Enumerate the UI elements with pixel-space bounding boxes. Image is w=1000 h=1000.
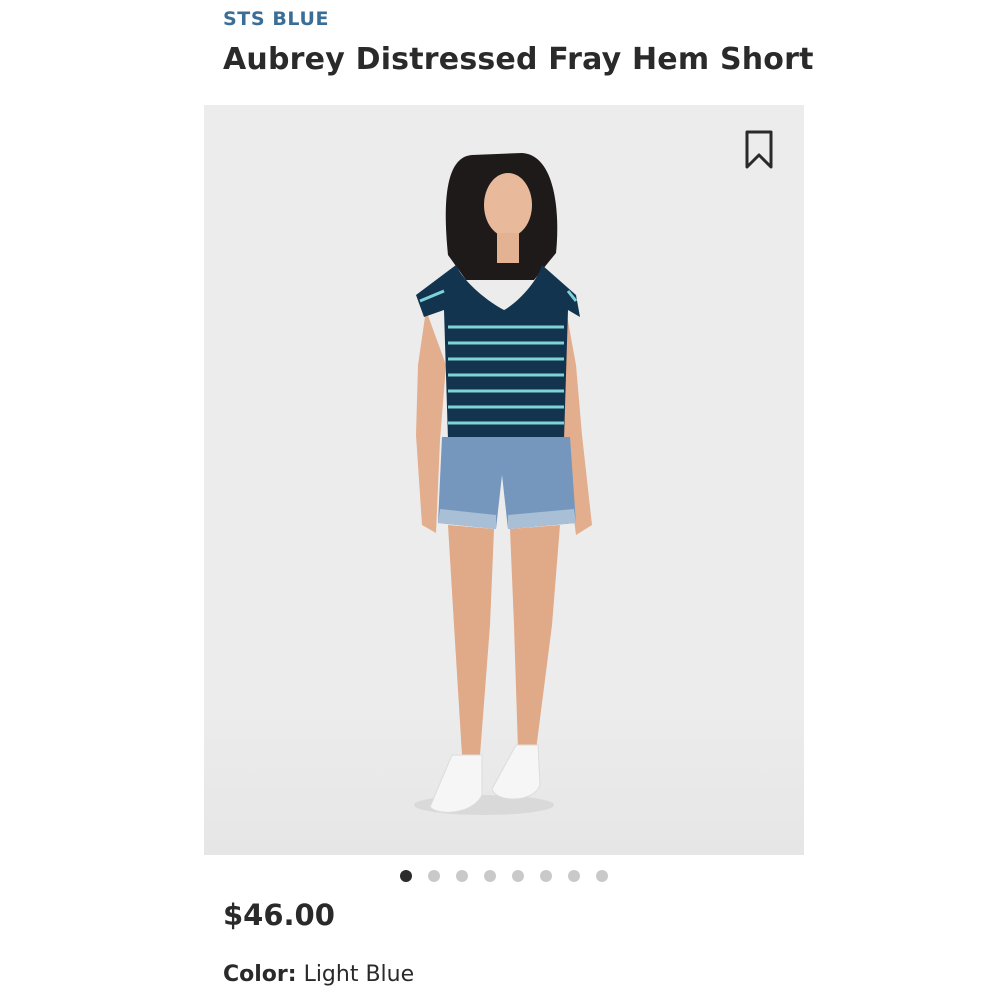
pagination-dot-1[interactable]	[400, 870, 412, 882]
pagination-dot-7[interactable]	[568, 870, 580, 882]
pagination-dot-5[interactable]	[512, 870, 524, 882]
product-title: Aubrey Distressed Fray Hem Short	[223, 42, 814, 77]
pagination-dot-6[interactable]	[540, 870, 552, 882]
image-pagination	[0, 870, 1000, 882]
product-image[interactable]	[204, 105, 804, 855]
pagination-dot-3[interactable]	[456, 870, 468, 882]
pagination-dot-8[interactable]	[596, 870, 608, 882]
product-price: $46.00	[223, 898, 335, 932]
color-label: Color:	[223, 962, 297, 987]
brand-name[interactable]: STS BLUE	[223, 8, 329, 30]
color-value: Light Blue	[303, 962, 415, 987]
bookmark-icon[interactable]	[744, 129, 774, 171]
pagination-dot-2[interactable]	[428, 870, 440, 882]
pagination-dot-4[interactable]	[484, 870, 496, 882]
model-photo	[414, 153, 592, 815]
color-selection: Color: Light Blue	[223, 962, 414, 987]
